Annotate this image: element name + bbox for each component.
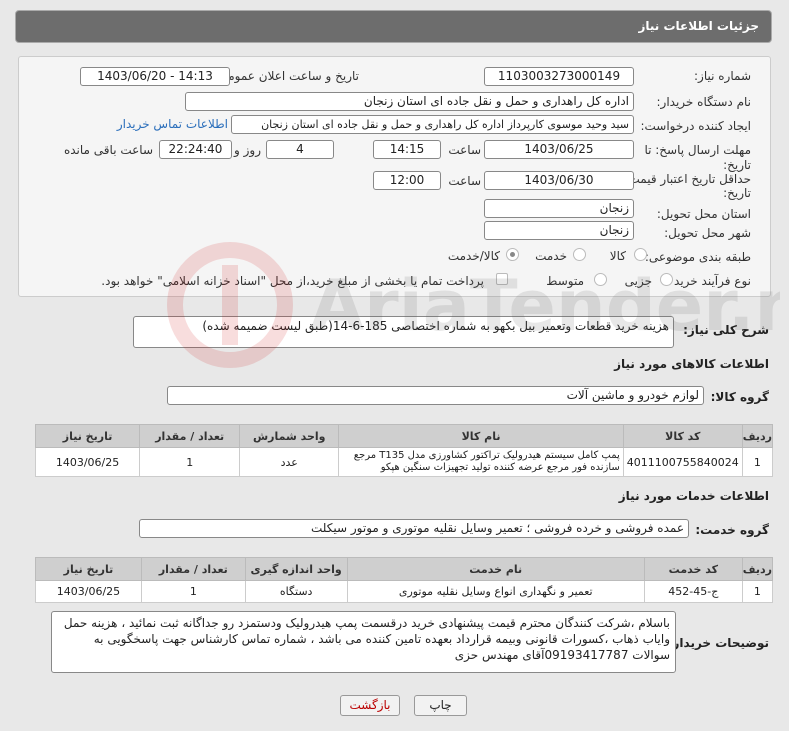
- city-field: زنجان: [484, 221, 634, 240]
- services-col-idx: ردیف: [741, 557, 774, 581]
- validity-label-2: تاریخ:: [723, 186, 751, 200]
- need-desc-field: هزینه خرید قطعات وتعمیر بیل بکهو به شمار…: [133, 316, 674, 348]
- buyer-notes-field: باسلام ،شرکت کنندگان محترم قیمت پیشنهادی…: [51, 611, 676, 673]
- requester-label: ایجاد کننده درخواست:: [640, 119, 751, 133]
- goods-table: ردیف کد کالا نام کالا واحد شمارش تعداد /…: [34, 424, 774, 477]
- deadline-time-field: 14:15: [373, 140, 441, 159]
- remaining-time-label: ساعت باقی مانده: [63, 143, 153, 157]
- days-remaining-field: 4: [266, 140, 334, 159]
- province-label: استان محل تحویل:: [656, 207, 751, 221]
- category-label: طبقه بندی موضوعی:: [644, 250, 751, 264]
- services-col-qty: تعداد / مقدار: [140, 557, 246, 581]
- deadline-date-field: 1403/06/25: [484, 140, 634, 159]
- buyer-org-field: اداره کل راهداری و حمل و نقل جاده ای است…: [185, 92, 634, 111]
- process-option-minor: جزیی: [624, 274, 652, 288]
- goods-cell-name: پمپ کامل سیستم هیدرولیک تراکتور کشاورزی …: [338, 447, 624, 477]
- goods-col-qty: تعداد / مقدار: [139, 424, 241, 448]
- goods-cell-qty: 1: [139, 447, 241, 477]
- need-number-label: شماره نیاز:: [694, 69, 751, 83]
- goods-col-name: نام کالا: [338, 424, 624, 448]
- validity-date-field: 1403/06/30: [484, 171, 634, 190]
- process-label: نوع فرآیند خرید :: [666, 274, 751, 288]
- need-number-field: 1103003273000149: [484, 67, 634, 86]
- services-group-field: عمده فروشی و خرده فروشی ؛ تعمیر وسایل نق…: [139, 519, 689, 538]
- page-title: جزئیات اطلاعات نیاز: [638, 19, 759, 33]
- services-cell-code: ج-45-452: [643, 580, 743, 603]
- remaining-time-field: 22:24:40: [159, 140, 232, 159]
- services-section-title: اطلاعات خدمات مورد نیاز: [618, 489, 769, 503]
- services-cell-qty: 1: [140, 580, 246, 603]
- province-field: زنجان: [484, 199, 634, 218]
- deadline-time-label: ساعت: [448, 143, 481, 157]
- requester-field: سید وحید موسوی کارپرداز اداره کل راهداری…: [231, 115, 634, 134]
- services-cell-name: تعمیر و نگهداری انواع وسایل نقلیه موتوری: [346, 580, 645, 603]
- goods-group-field: لوازم خودرو و ماشین آلات: [167, 386, 704, 405]
- validity-time-label: ساعت: [448, 174, 481, 188]
- table-row: 1 4011100755840024 پمپ کامل سیستم هیدرول…: [34, 447, 774, 477]
- category-radio-goods-service[interactable]: [506, 248, 519, 261]
- goods-group-label: گروه کالا:: [710, 390, 769, 404]
- print-button[interactable]: چاپ: [414, 695, 467, 716]
- services-table: ردیف کد خدمت نام خدمت واحد اندازه گیری ت…: [35, 557, 774, 603]
- process-radio-medium[interactable]: [594, 273, 607, 286]
- services-cell-date: 1403/06/25: [35, 580, 142, 603]
- category-radio-service[interactable]: [573, 248, 586, 261]
- category-radio-goods[interactable]: [634, 248, 647, 261]
- deadline-label: مهلت ارسال پاسخ: تا: [644, 143, 751, 157]
- back-button[interactable]: بازگشت: [340, 695, 400, 716]
- category-option-goods-service: کالا/خدمت: [447, 249, 500, 263]
- buyer-notes-label: توضیحات خریدار:: [667, 636, 769, 650]
- goods-col-code: کد کالا: [622, 424, 743, 448]
- services-col-name: نام خدمت: [346, 557, 645, 581]
- goods-col-date: تاریخ نیاز: [34, 424, 141, 448]
- days-label: روز و: [234, 143, 261, 157]
- goods-col-idx: ردیف: [741, 424, 774, 448]
- announce-label: تاریخ و ساعت اعلان عمومی:: [214, 69, 359, 83]
- validity-time-field: 12:00: [373, 171, 441, 190]
- need-desc-label: شرح کلی نیاز:: [683, 323, 769, 337]
- services-cell-idx: 1: [741, 580, 774, 603]
- goods-col-unit: واحد شمارش: [239, 424, 340, 448]
- goods-cell-unit: عدد: [239, 447, 340, 477]
- goods-cell-date: 1403/06/25: [34, 447, 141, 477]
- treasury-checkbox[interactable]: [496, 273, 508, 285]
- goods-section-title: اطلاعات کالاهای مورد نیاز: [614, 357, 769, 371]
- process-option-medium: متوسط: [546, 274, 584, 288]
- services-col-unit: واحد اندازه گیری: [244, 557, 348, 581]
- deadline-label-2: تاریخ:: [723, 158, 751, 172]
- services-col-code: کد خدمت: [643, 557, 743, 581]
- category-option-goods: کالا: [609, 249, 626, 263]
- services-group-label: گروه خدمت:: [695, 523, 769, 537]
- contact-info-link[interactable]: اطلاعات تماس خریدار: [117, 117, 228, 131]
- announce-field: 1403/06/20 - 14:13: [80, 67, 230, 86]
- process-radio-minor[interactable]: [660, 273, 673, 286]
- services-cell-unit: دستگاه: [244, 580, 348, 603]
- goods-cell-idx: 1: [741, 447, 774, 477]
- services-col-date: تاریخ نیاز: [35, 557, 142, 581]
- page-header: جزئیات اطلاعات نیاز: [15, 10, 772, 43]
- city-label: شهر محل تحویل:: [664, 226, 751, 240]
- category-option-service: خدمت: [535, 249, 567, 263]
- validity-label: حداقل تاریخ اعتبار قیمت: تا: [613, 172, 751, 186]
- goods-cell-code: 4011100755840024: [622, 447, 743, 477]
- buyer-org-label: نام دستگاه خریدار:: [656, 95, 752, 109]
- payment-note: پرداخت تمام یا بخشی از مبلغ خرید،از محل …: [101, 274, 484, 288]
- table-row: 1 ج-45-452 تعمیر و نگهداری انواع وسایل ن…: [35, 580, 774, 603]
